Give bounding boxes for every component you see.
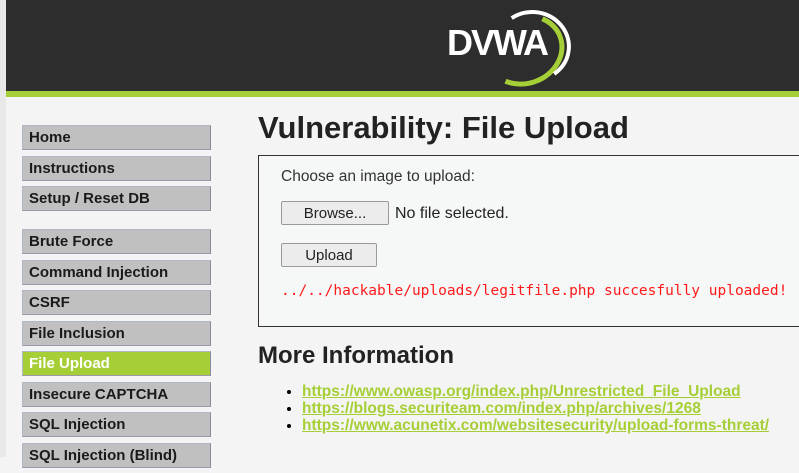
sidebar-item-file-inclusion[interactable]: File Inclusion (22, 320, 211, 346)
file-status: No file selected. (395, 205, 509, 222)
dvwa-logo: DVWA (443, 2, 577, 98)
header (6, 0, 799, 91)
sidebar-item-setup[interactable]: Setup / Reset DB (22, 186, 211, 211)
upload-result-message: ../../hackable/uploads/legitfile.php suc… (281, 283, 788, 299)
upload-label: Choose an image to upload: (281, 168, 475, 185)
sidebar-item-csrf[interactable]: CSRF (22, 290, 211, 315)
page-title: Vulnerability: File Upload (258, 110, 629, 145)
browse-button[interactable]: Browse... (281, 201, 389, 225)
more-info-links: https://www.owasp.org/index.php/Unrestri… (284, 383, 769, 434)
securiteam-link[interactable]: https://blogs.securiteam.com/index.php/a… (302, 400, 701, 417)
more-info-heading: More Information (258, 342, 454, 369)
header-accent-bar (6, 91, 799, 97)
upload-form: Choose an image to upload: Browse... No … (258, 155, 799, 327)
sidebar-item-command-injection[interactable]: Command Injection (22, 259, 211, 285)
list-item: https://blogs.securiteam.com/index.php/a… (302, 400, 769, 417)
acunetix-link[interactable]: https://www.acunetix.com/websitesecurity… (302, 417, 769, 434)
sidebar-item-sql-injection-blind[interactable]: SQL Injection (Blind) (22, 442, 211, 468)
upload-button[interactable]: Upload (281, 243, 377, 267)
sidebar-item-sql-injection[interactable]: SQL Injection (22, 412, 211, 437)
sidebar-item-instructions[interactable]: Instructions (22, 155, 211, 181)
sidebar-item-brute-force[interactable]: Brute Force (22, 229, 211, 254)
sidebar-item-home[interactable]: Home (22, 125, 211, 150)
sidebar-item-insecure-captcha[interactable]: Insecure CAPTCHA (22, 381, 211, 407)
sidebar-item-file-upload[interactable]: File Upload (22, 351, 211, 376)
sidebar-menu-main: Home Instructions Setup / Reset DB (22, 125, 211, 217)
owasp-link[interactable]: https://www.owasp.org/index.php/Unrestri… (302, 383, 741, 400)
sidebar-menu-vulnerabilities: Brute Force Command Injection CSRF File … (22, 229, 211, 473)
list-item: https://www.owasp.org/index.php/Unrestri… (302, 383, 769, 400)
list-item: https://www.acunetix.com/websitesecurity… (302, 417, 769, 434)
logo-text: DVWA (447, 22, 549, 63)
